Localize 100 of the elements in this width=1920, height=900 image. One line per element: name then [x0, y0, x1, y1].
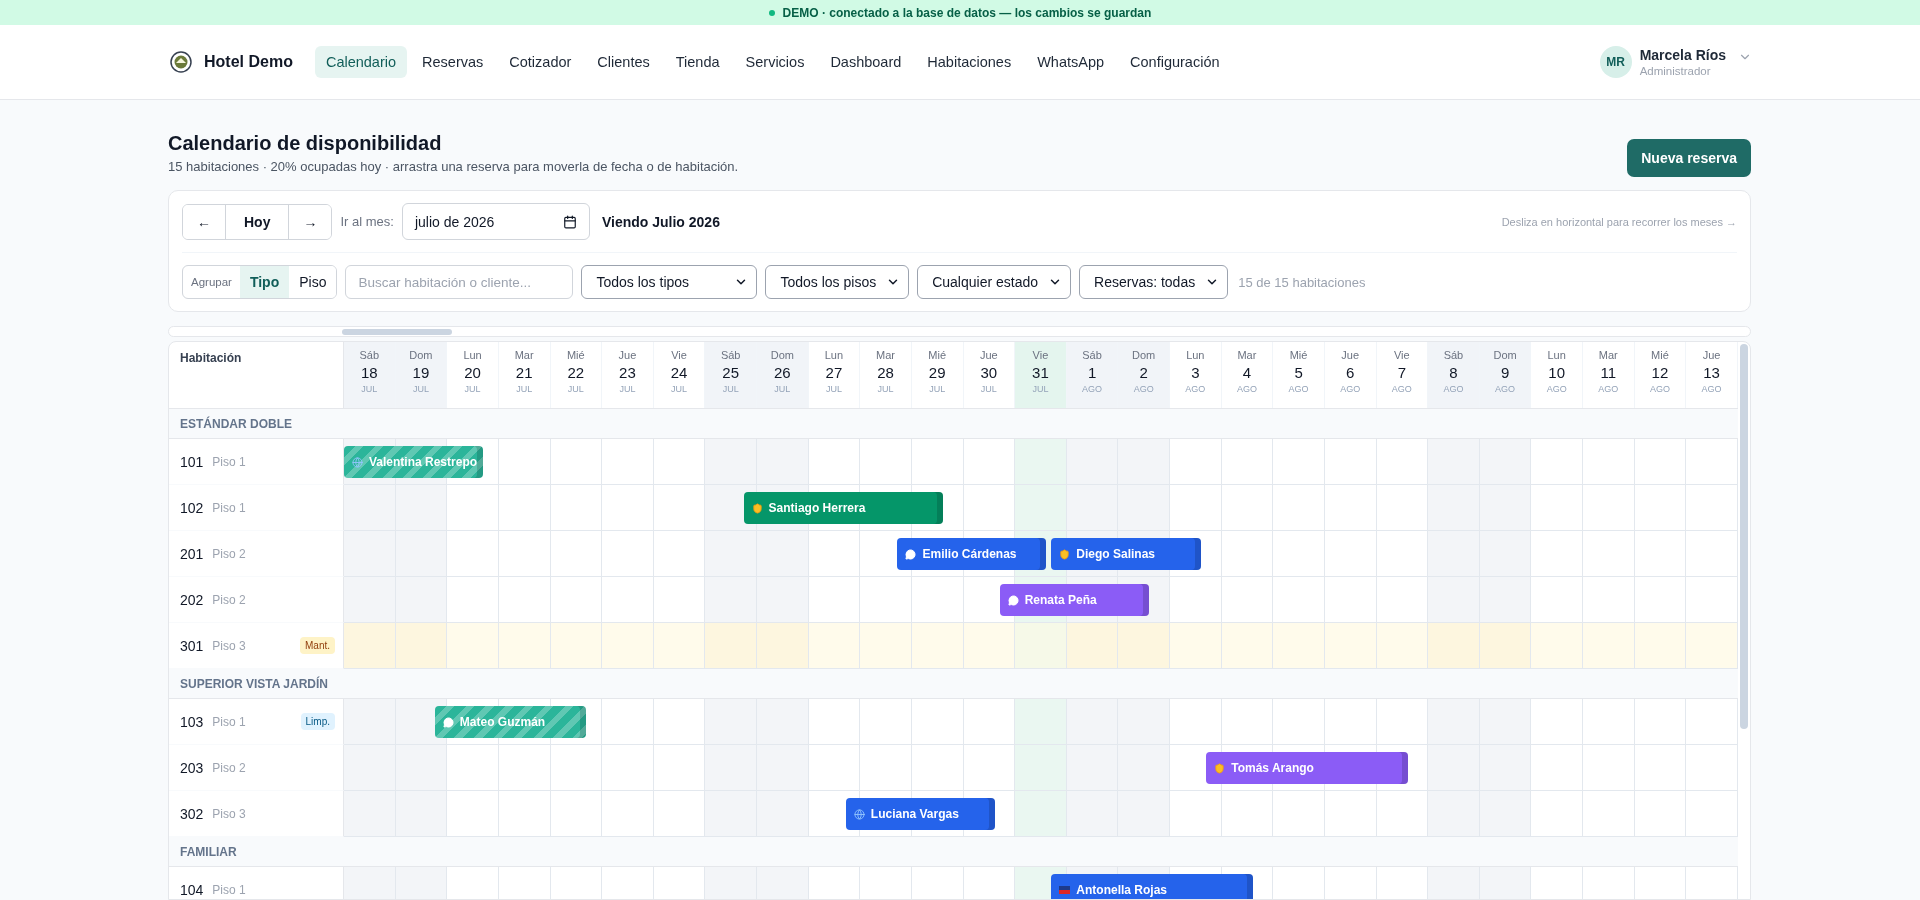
booking-bar[interactable]: Renata Peña: [999, 584, 1150, 616]
booking-bar[interactable]: Antonella Rojas: [1051, 874, 1253, 899]
weekday-label: Jue: [618, 349, 637, 361]
booking-bar[interactable]: Emilio Cárdenas: [897, 538, 1047, 570]
room-floor: Piso 2: [212, 546, 246, 561]
previous-button[interactable]: ←: [183, 204, 226, 239]
month-abbreviation: JUL: [825, 384, 842, 394]
weekday-label: Dom: [770, 349, 794, 361]
calendar-icon[interactable]: [562, 214, 577, 229]
month-abbreviation: JUL: [877, 384, 894, 394]
chat-bubble-icon: [442, 716, 454, 728]
room-type-header: SUPERIOR VISTA JARDÍN: [169, 669, 1738, 699]
globe-icon: [352, 456, 363, 468]
day-number: 3: [1191, 364, 1200, 381]
nav-link[interactable]: Habitaciones: [916, 46, 1023, 78]
month-abbreviation: JUL: [516, 384, 533, 394]
room-number: 104: [180, 881, 204, 898]
day-number: 26: [773, 364, 791, 381]
day-number: 12: [1651, 364, 1669, 381]
room-number: 302: [180, 805, 204, 822]
day-number: 7: [1397, 364, 1406, 381]
weekday-label: Mar: [876, 349, 896, 361]
booking-bar[interactable]: Santiago Herrera: [743, 492, 943, 524]
month-abbreviation: AGO: [1288, 384, 1309, 394]
month-abbreviation: AGO: [1598, 384, 1619, 394]
month-abbreviation: AGO: [1701, 384, 1722, 394]
month-abbreviation: AGO: [1443, 384, 1464, 394]
booking-bar[interactable]: Diego Salinas: [1051, 538, 1202, 570]
horizontal-scrollbar[interactable]: [168, 326, 1751, 337]
room-floor: Piso 2: [212, 592, 246, 607]
weekday-label: Dom: [409, 349, 433, 361]
room-number: 201: [180, 545, 204, 562]
month-label: Ir al mes:: [340, 214, 394, 229]
booking-bar[interactable]: Luciana Vargas: [845, 798, 995, 830]
month-abbreviation: AGO: [1185, 384, 1206, 394]
nav-link[interactable]: Configuración: [1119, 46, 1231, 78]
scrollbar-thumb[interactable]: [342, 329, 452, 335]
day-number: 29: [928, 364, 946, 381]
weekday-label: Lun: [824, 349, 844, 361]
weekday-label: Lun: [463, 349, 482, 361]
month-abbreviation: AGO: [1340, 384, 1361, 394]
filter-dropdown[interactable]: Todos los tipos: [581, 265, 758, 299]
weekday-label: Mié: [1651, 349, 1669, 361]
month-abbreviation: AGO: [1546, 384, 1567, 394]
nav-link[interactable]: Servicios: [734, 46, 816, 78]
weekday-label: Mié: [928, 349, 947, 361]
weekday-label: Jue: [1341, 349, 1360, 361]
day-number: 4: [1242, 364, 1252, 381]
weekday-label: Dom: [1132, 349, 1156, 361]
filter-dropdown[interactable]: Todos los pisos: [765, 265, 910, 299]
user-role: Administrador: [1639, 65, 1712, 77]
weekday-label: Mar: [1237, 349, 1257, 361]
nav-link[interactable]: Reservas: [411, 46, 495, 78]
banner-text: DEMO · conectado a la base de datos — los cambios se guardan: [782, 5, 1152, 20]
month-abbreviation: JUL: [929, 384, 946, 394]
day-number: 8: [1449, 364, 1458, 381]
chat-bubble-icon: [1007, 594, 1019, 606]
new-reservation-button[interactable]: Nueva reserva: [1627, 139, 1751, 177]
globe-icon: [853, 808, 865, 820]
weekday-label: Mar: [514, 349, 534, 361]
booking-bar[interactable]: Tomás Arango: [1206, 752, 1408, 784]
page-title: Calendario de disponibilidad: [168, 132, 443, 155]
nav-link[interactable]: Cotizador: [498, 46, 583, 78]
filter-dropdown[interactable]: Reservas: todas: [1079, 265, 1229, 299]
weekday-label: Mar: [1598, 349, 1618, 361]
group-option[interactable]: Tipo: [239, 266, 290, 298]
user-avatar: MR: [1599, 46, 1632, 78]
shield-icon: [1214, 762, 1226, 774]
weekday-label: Sáb: [1443, 349, 1464, 361]
month-abbreviation: AGO: [1391, 384, 1412, 394]
month-abbreviation: JUL: [464, 384, 481, 394]
search-field[interactable]: Buscar habitación o cliente...: [345, 265, 574, 299]
room-number: 103: [180, 713, 204, 730]
day-number: 6: [1346, 364, 1355, 381]
nav-link[interactable]: Dashboard: [819, 46, 913, 78]
weekday-label: Jue: [1702, 349, 1721, 361]
room-number: 102: [180, 499, 204, 516]
nav-link[interactable]: Tienda: [664, 46, 731, 78]
filter-dropdown[interactable]: Cualquier estado: [917, 265, 1072, 299]
nav-link[interactable]: Clientes: [586, 46, 661, 78]
room-status-badge: Mant.: [300, 637, 335, 654]
nav-link[interactable]: Calendario: [314, 46, 408, 78]
room-number: 101: [180, 453, 204, 470]
day-number: 24: [670, 364, 688, 381]
day-number: 18: [360, 364, 378, 381]
status-dot-icon: [768, 9, 775, 16]
month-abbreviation: JUL: [412, 384, 429, 394]
month-input[interactable]: julio de 2026: [401, 203, 590, 240]
weekday-label: Dom: [1493, 349, 1517, 361]
room-number: 202: [180, 591, 204, 608]
room-floor: Piso 3: [212, 806, 246, 821]
nav-link[interactable]: WhatsApp: [1026, 46, 1116, 78]
weekday-label: Mié: [1289, 349, 1308, 361]
brand-name: Hotel Demo: [204, 53, 293, 71]
vertical-scrollbar-thumb[interactable]: [1740, 344, 1748, 729]
room-number: 203: [180, 759, 204, 776]
day-number: 28: [877, 364, 894, 381]
day-number: 19: [412, 364, 430, 381]
room-type-header: FAMILIAR: [169, 837, 1738, 867]
scroll-hint: Desliza en horizontal para recorrer los meses →: [1501, 215, 1737, 228]
